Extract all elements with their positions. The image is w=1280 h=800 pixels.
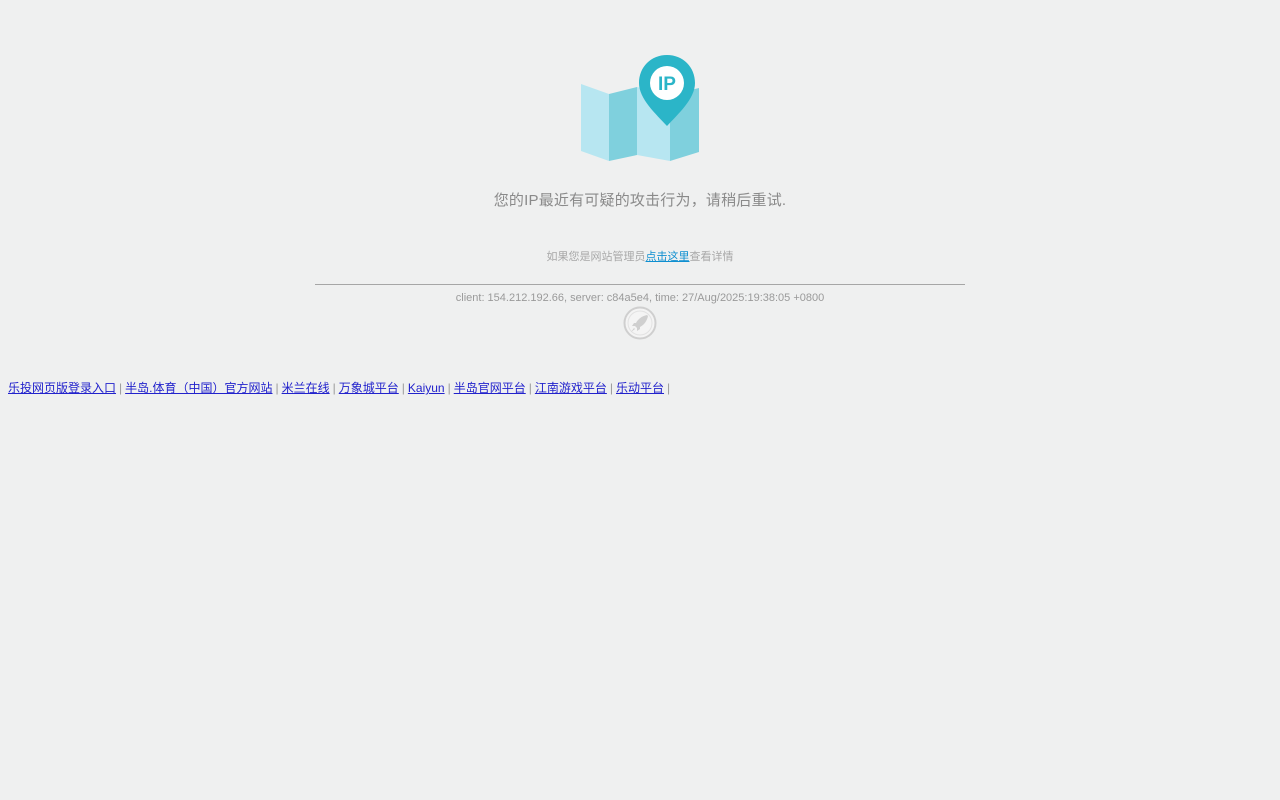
footer-separator: | [401, 381, 405, 395]
admin-suffix: 查看详情 [689, 251, 734, 263]
footer-link[interactable]: 半岛官网平台 [454, 381, 526, 395]
footer-link[interactable]: 半岛.体育（中国）官方网站 [125, 381, 272, 395]
block-message: 您的IP最近有可疑的攻击行为，请稍后重试. [493, 192, 787, 209]
footer-link[interactable]: 江南游戏平台 [535, 381, 607, 395]
divider [315, 284, 965, 285]
client-info: client: 154.212.192.66, server: c84a5e4,… [455, 292, 825, 304]
footer-links: 乐投网页版登录入口 | 半岛.体育（中国）官方网站 | 米兰在线 | 万象城平台 | Kaiyu… [8, 379, 673, 396]
footer-separator: | [528, 381, 532, 395]
rocket-badge-icon [623, 306, 657, 340]
footer-separator: | [609, 381, 613, 395]
footer-separator: | [275, 381, 279, 395]
admin-line: 如果您是网站管理员点击这里查看详情 [0, 248, 1280, 264]
pin-label: IP [658, 74, 676, 95]
footer-link[interactable]: Kaiyun [408, 381, 445, 395]
footer-separator: | [119, 381, 123, 395]
footer-link[interactable]: 乐动平台 [616, 381, 664, 395]
footer-link[interactable]: 万象城平台 [339, 381, 399, 395]
footer-separator: | [667, 381, 671, 395]
footer-separator: | [447, 381, 451, 395]
block-page: IP 您的IP最近有可疑的攻击行为，请稍后重试. 如果您是网站管理员点击这里查看… [0, 0, 1280, 800]
admin-details-link[interactable]: 点击这里 [646, 251, 690, 263]
footer-separator: | [332, 381, 336, 395]
footer-link[interactable]: 米兰在线 [282, 381, 330, 395]
admin-prefix: 如果您是网站管理员 [546, 251, 646, 263]
footer-link[interactable]: 乐投网页版登录入口 [8, 381, 116, 395]
map-pin-ip-icon: IP [581, 55, 699, 161]
